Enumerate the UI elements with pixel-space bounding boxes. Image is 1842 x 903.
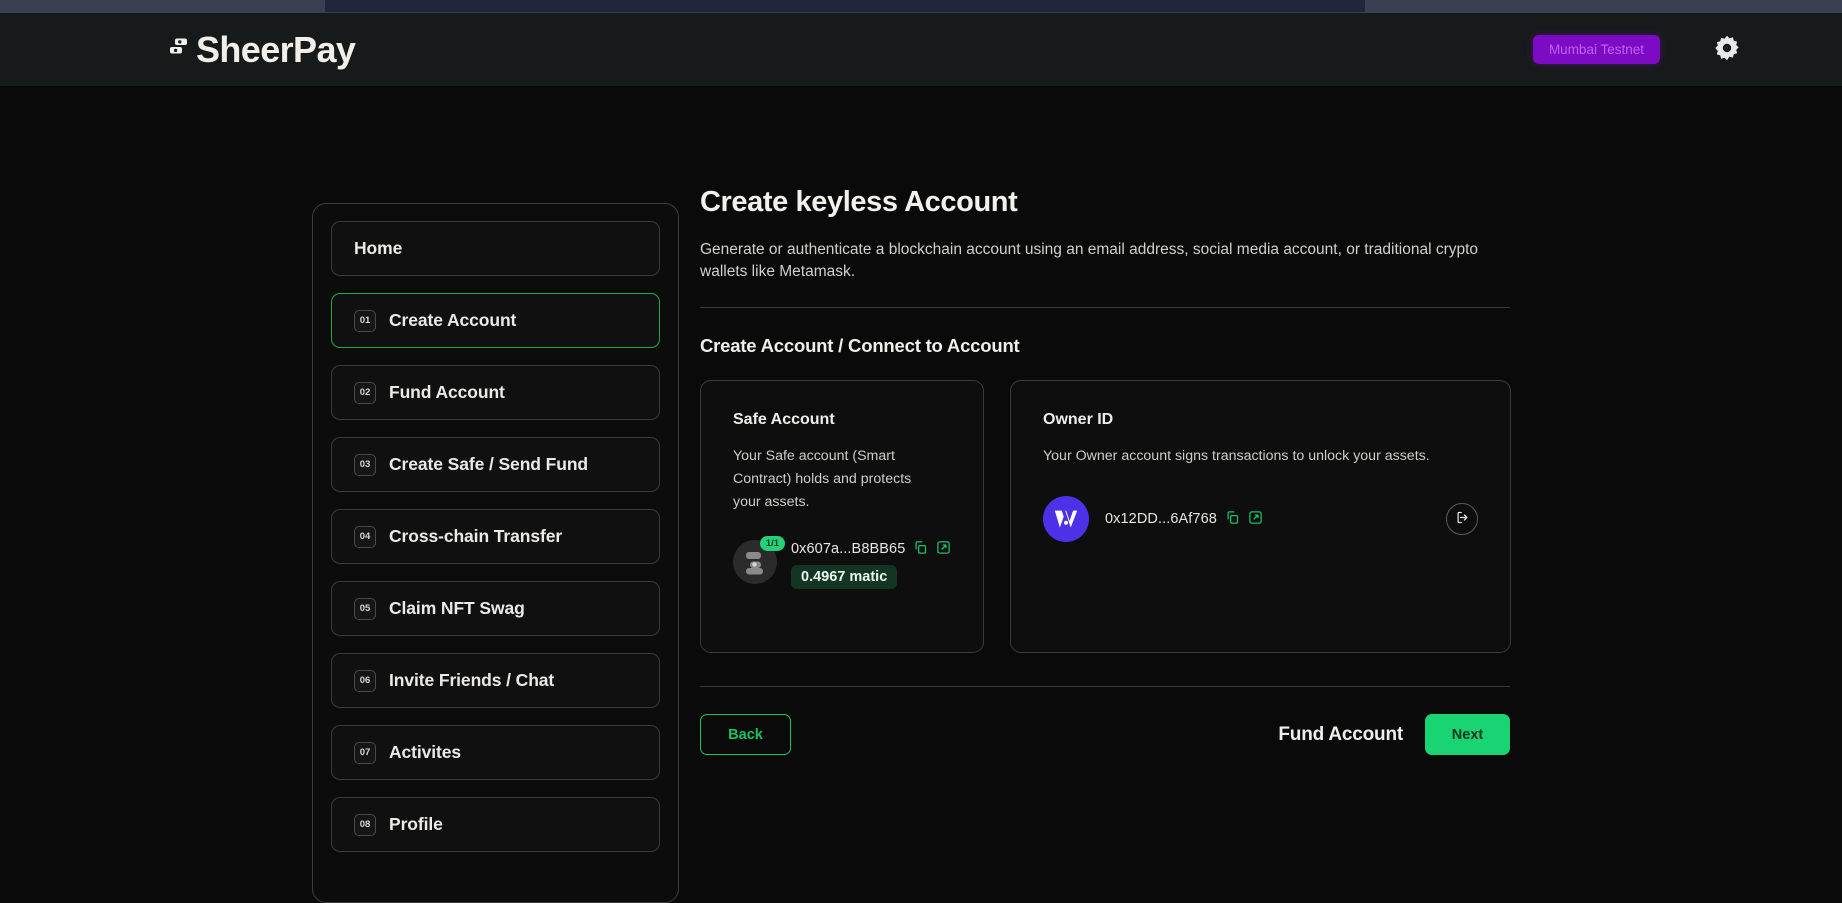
logout-icon — [1455, 510, 1470, 528]
sidebar-item-label: Profile — [389, 814, 443, 834]
next-step-label: Fund Account — [1278, 723, 1403, 745]
safe-account-info: 0x607a...B8BB65 0.4967 matic — [791, 540, 951, 589]
horizontal-scrollbar[interactable] — [0, 0, 1842, 13]
sidebar-item-create-account[interactable]: 01 Create Account — [331, 293, 660, 348]
owner-copy-button[interactable] — [1225, 510, 1240, 528]
divider-bottom — [700, 686, 1510, 687]
settings-button[interactable] — [1712, 35, 1742, 65]
external-link-icon — [1248, 510, 1263, 528]
step-number: 06 — [354, 669, 376, 692]
sidebar-item-label: Cross-chain Transfer — [389, 526, 563, 546]
next-step-group: Fund Account Next — [1278, 714, 1510, 755]
brand-logo[interactable]: SheerPay — [166, 28, 356, 70]
sidebar-item-label: Fund Account — [389, 382, 505, 402]
logout-button[interactable] — [1446, 503, 1478, 535]
sidebar-item-fund-account[interactable]: 02 Fund Account — [331, 365, 660, 420]
safe-balance: 0.4967 matic — [791, 565, 898, 589]
step-number: 08 — [354, 813, 376, 836]
safe-account-card: Safe Account Your Safe account (Smart Co… — [700, 380, 984, 653]
wizard-actions: Back Fund Account Next — [700, 714, 1510, 755]
step-number: 05 — [354, 597, 376, 620]
owner-address-line: 0x12DD...6Af768 — [1105, 510, 1263, 528]
sidebar-item-activites[interactable]: 07 Activites — [331, 725, 660, 780]
safe-card-title: Safe Account — [733, 411, 835, 428]
sidebar-item-create-safe-send-fund[interactable]: 03 Create Safe / Send Fund — [331, 437, 660, 492]
safe-address-line: 0x607a...B8BB65 — [791, 540, 951, 558]
step-number: 04 — [354, 525, 376, 548]
step-number: 02 — [354, 381, 376, 404]
web3auth-w-icon — [1043, 496, 1089, 542]
owner-account-row: 0x12DD...6Af768 — [1043, 496, 1478, 542]
sidebar-item-label: Claim NFT Swag — [389, 598, 525, 618]
safe-address: 0x607a...B8BB65 — [791, 541, 906, 557]
sidebar-item-label: Home — [354, 238, 403, 258]
safe-card-description: Your Safe account (Smart Contract) holds… — [733, 448, 912, 510]
divider-top — [700, 307, 1510, 308]
owner-explorer-button[interactable] — [1248, 510, 1263, 528]
sidebar-item-cross-chain-transfer[interactable]: 04 Cross-chain Transfer — [331, 509, 660, 564]
step-number: 01 — [354, 309, 376, 332]
step-number: 03 — [354, 453, 376, 476]
copy-icon — [913, 540, 928, 558]
sidebar-panel: Home 01 Create Account 02 Fund Account 0… — [312, 203, 679, 903]
scrollbar-thumb[interactable] — [325, 0, 1365, 12]
owner-id-card: Owner ID Your Owner account signs transa… — [1010, 380, 1511, 653]
external-link-icon — [936, 540, 951, 558]
page-subtitle: Generate or authenticate a blockchain ac… — [700, 241, 1479, 280]
header-actions: Mumbai Testnet — [1532, 35, 1742, 65]
app-header: SheerPay Mumbai Testnet — [0, 13, 1842, 86]
sidebar-item-label: Activites — [389, 742, 462, 762]
sidebar-item-label: Create Safe / Send Fund — [389, 454, 588, 474]
stacked-blocks-icon — [166, 35, 192, 65]
page-title: Create keyless Account — [700, 186, 1018, 218]
sidebar-item-label: Create Account — [389, 310, 517, 330]
sidebar-item-label: Invite Friends / Chat — [389, 670, 555, 690]
safe-avatar: 1/1 — [733, 536, 785, 584]
owner-card-title: Owner ID — [1043, 411, 1114, 428]
safe-explorer-button[interactable] — [936, 540, 951, 558]
sidebar-item-invite-friends-chat[interactable]: 06 Invite Friends / Chat — [331, 653, 660, 708]
owner-card-description: Your Owner account signs transactions to… — [1043, 448, 1430, 464]
sidebar-item-claim-nft-swag[interactable]: 05 Claim NFT Swag — [331, 581, 660, 636]
main-content: Create keyless Account Generate or authe… — [700, 186, 1512, 755]
account-cards: Safe Account Your Safe account (Smart Co… — [700, 380, 1512, 653]
next-button[interactable]: Next — [1425, 714, 1510, 755]
copy-icon — [1225, 510, 1240, 528]
page-body: Home 01 Create Account 02 Fund Account 0… — [0, 86, 1842, 903]
step-number: 07 — [354, 741, 376, 764]
gear-icon — [1713, 34, 1741, 65]
brand-name: SheerPay — [196, 28, 356, 70]
safe-account-row: 1/1 0x607a...B8BB65 0.4967 matic — [733, 536, 951, 589]
section-title: Create Account / Connect to Account — [700, 335, 1020, 356]
sidebar-item-profile[interactable]: 08 Profile — [331, 797, 660, 852]
network-badge[interactable]: Mumbai Testnet — [1532, 35, 1660, 64]
owner-address: 0x12DD...6Af768 — [1105, 511, 1217, 527]
back-button[interactable]: Back — [700, 714, 791, 755]
sidebar-item-home[interactable]: Home — [331, 221, 660, 276]
safe-count-badge: 1/1 — [759, 536, 785, 551]
safe-copy-button[interactable] — [913, 540, 928, 558]
